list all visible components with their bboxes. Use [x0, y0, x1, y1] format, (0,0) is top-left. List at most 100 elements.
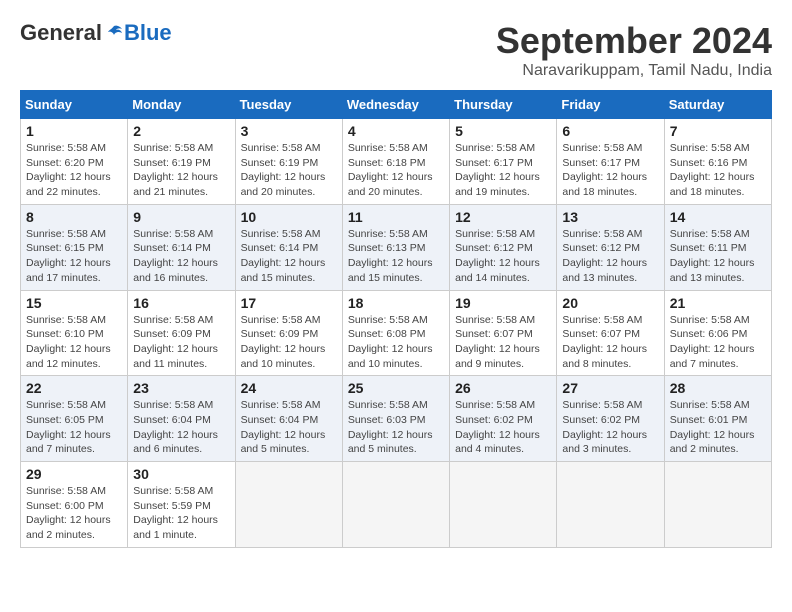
day-number: 11 — [348, 209, 444, 225]
calendar-cell: 8 Sunrise: 5:58 AM Sunset: 6:15 PM Daylig… — [21, 204, 128, 290]
day-info: Sunrise: 5:58 AM Sunset: 6:06 PM Dayligh… — [670, 313, 766, 372]
day-number: 3 — [241, 123, 337, 139]
logo-general: General — [20, 20, 102, 46]
calendar-cell: 5 Sunrise: 5:58 AM Sunset: 6:17 PM Daylig… — [450, 119, 557, 205]
calendar-cell: 4 Sunrise: 5:58 AM Sunset: 6:18 PM Daylig… — [342, 119, 449, 205]
day-number: 12 — [455, 209, 551, 225]
day-number: 2 — [133, 123, 229, 139]
day-info: Sunrise: 5:58 AM Sunset: 6:04 PM Dayligh… — [241, 398, 337, 457]
calendar-week-3: 15 Sunrise: 5:58 AM Sunset: 6:10 PM Dayli… — [21, 290, 772, 376]
calendar-cell — [557, 462, 664, 548]
calendar-cell: 17 Sunrise: 5:58 AM Sunset: 6:09 PM Dayli… — [235, 290, 342, 376]
calendar-table: SundayMondayTuesdayWednesdayThursdayFrid… — [20, 90, 772, 548]
calendar-cell: 11 Sunrise: 5:58 AM Sunset: 6:13 PM Dayli… — [342, 204, 449, 290]
day-info: Sunrise: 5:58 AM Sunset: 6:15 PM Dayligh… — [26, 227, 122, 286]
header-wednesday: Wednesday — [342, 91, 449, 119]
day-number: 6 — [562, 123, 658, 139]
calendar-cell — [235, 462, 342, 548]
calendar-header-row: SundayMondayTuesdayWednesdayThursdayFrid… — [21, 91, 772, 119]
day-info: Sunrise: 5:58 AM Sunset: 6:12 PM Dayligh… — [455, 227, 551, 286]
day-number: 19 — [455, 295, 551, 311]
day-info: Sunrise: 5:58 AM Sunset: 6:04 PM Dayligh… — [133, 398, 229, 457]
month-title: September 2024 — [496, 20, 772, 62]
calendar-cell: 19 Sunrise: 5:58 AM Sunset: 6:07 PM Dayli… — [450, 290, 557, 376]
calendar-cell: 3 Sunrise: 5:58 AM Sunset: 6:19 PM Daylig… — [235, 119, 342, 205]
day-number: 5 — [455, 123, 551, 139]
calendar-cell: 24 Sunrise: 5:58 AM Sunset: 6:04 PM Dayli… — [235, 376, 342, 462]
day-info: Sunrise: 5:58 AM Sunset: 6:03 PM Dayligh… — [348, 398, 444, 457]
calendar-cell: 20 Sunrise: 5:58 AM Sunset: 6:07 PM Dayli… — [557, 290, 664, 376]
location: Naravarikuppam, Tamil Nadu, India — [496, 62, 772, 80]
logo-blue: Blue — [124, 20, 172, 46]
day-number: 20 — [562, 295, 658, 311]
day-number: 14 — [670, 209, 766, 225]
day-info: Sunrise: 5:58 AM Sunset: 6:20 PM Dayligh… — [26, 141, 122, 200]
calendar-week-1: 1 Sunrise: 5:58 AM Sunset: 6:20 PM Daylig… — [21, 119, 772, 205]
calendar-cell: 13 Sunrise: 5:58 AM Sunset: 6:12 PM Dayli… — [557, 204, 664, 290]
day-info: Sunrise: 5:58 AM Sunset: 6:19 PM Dayligh… — [241, 141, 337, 200]
day-number: 7 — [670, 123, 766, 139]
day-number: 18 — [348, 295, 444, 311]
day-info: Sunrise: 5:58 AM Sunset: 6:10 PM Dayligh… — [26, 313, 122, 372]
title-area: September 2024 Naravarikuppam, Tamil Nad… — [496, 20, 772, 80]
day-number: 21 — [670, 295, 766, 311]
calendar-cell: 23 Sunrise: 5:58 AM Sunset: 6:04 PM Dayli… — [128, 376, 235, 462]
day-info: Sunrise: 5:58 AM Sunset: 6:14 PM Dayligh… — [241, 227, 337, 286]
calendar-cell: 25Sunrise: 5:58 AM Sunset: 6:03 PM Dayli… — [342, 376, 449, 462]
calendar-cell: 14Sunrise: 5:58 AM Sunset: 6:11 PM Dayli… — [664, 204, 771, 290]
day-number: 10 — [241, 209, 337, 225]
calendar-cell: 18 Sunrise: 5:58 AM Sunset: 6:08 PM Dayli… — [342, 290, 449, 376]
calendar-cell: 28Sunrise: 5:58 AM Sunset: 6:01 PM Dayli… — [664, 376, 771, 462]
day-info: Sunrise: 5:58 AM Sunset: 6:07 PM Dayligh… — [562, 313, 658, 372]
day-number: 29 — [26, 466, 122, 482]
day-info: Sunrise: 5:58 AM Sunset: 6:18 PM Dayligh… — [348, 141, 444, 200]
day-info: Sunrise: 5:58 AM Sunset: 6:08 PM Dayligh… — [348, 313, 444, 372]
calendar-cell: 15 Sunrise: 5:58 AM Sunset: 6:10 PM Dayli… — [21, 290, 128, 376]
header-sunday: Sunday — [21, 91, 128, 119]
day-info: Sunrise: 5:58 AM Sunset: 6:09 PM Dayligh… — [133, 313, 229, 372]
day-info: Sunrise: 5:58 AM Sunset: 6:02 PM Dayligh… — [562, 398, 658, 457]
day-info: Sunrise: 5:58 AM Sunset: 6:00 PM Dayligh… — [26, 484, 122, 543]
day-info: Sunrise: 5:58 AM Sunset: 6:05 PM Dayligh… — [26, 398, 122, 457]
day-number: 22 — [26, 380, 122, 396]
day-info: Sunrise: 5:58 AM Sunset: 6:16 PM Dayligh… — [670, 141, 766, 200]
day-info: Sunrise: 5:58 AM Sunset: 5:59 PM Dayligh… — [133, 484, 229, 543]
day-number: 15 — [26, 295, 122, 311]
day-number: 26 — [455, 380, 551, 396]
page-header: General Blue September 2024 Naravarikupp… — [20, 20, 772, 80]
day-number: 4 — [348, 123, 444, 139]
calendar-cell: 6 Sunrise: 5:58 AM Sunset: 6:17 PM Daylig… — [557, 119, 664, 205]
calendar-cell: 16Sunrise: 5:58 AM Sunset: 6:09 PM Dayli… — [128, 290, 235, 376]
day-info: Sunrise: 5:58 AM Sunset: 6:13 PM Dayligh… — [348, 227, 444, 286]
day-info: Sunrise: 5:58 AM Sunset: 6:12 PM Dayligh… — [562, 227, 658, 286]
calendar-cell: 30 Sunrise: 5:58 AM Sunset: 5:59 PM Dayli… — [128, 462, 235, 548]
day-number: 27 — [562, 380, 658, 396]
calendar-week-4: 22 Sunrise: 5:58 AM Sunset: 6:05 PM Dayli… — [21, 376, 772, 462]
day-number: 8 — [26, 209, 122, 225]
calendar-cell: 7 Sunrise: 5:58 AM Sunset: 6:16 PM Daylig… — [664, 119, 771, 205]
header-thursday: Thursday — [450, 91, 557, 119]
header-friday: Friday — [557, 91, 664, 119]
day-number: 17 — [241, 295, 337, 311]
day-info: Sunrise: 5:58 AM Sunset: 6:07 PM Dayligh… — [455, 313, 551, 372]
day-info: Sunrise: 5:58 AM Sunset: 6:09 PM Dayligh… — [241, 313, 337, 372]
calendar-cell: 9 Sunrise: 5:58 AM Sunset: 6:14 PM Daylig… — [128, 204, 235, 290]
calendar-cell — [342, 462, 449, 548]
header-saturday: Saturday — [664, 91, 771, 119]
day-number: 30 — [133, 466, 229, 482]
day-info: Sunrise: 5:58 AM Sunset: 6:02 PM Dayligh… — [455, 398, 551, 457]
day-number: 24 — [241, 380, 337, 396]
day-info: Sunrise: 5:58 AM Sunset: 6:17 PM Dayligh… — [455, 141, 551, 200]
day-number: 1 — [26, 123, 122, 139]
day-number: 9 — [133, 209, 229, 225]
header-monday: Monday — [128, 91, 235, 119]
calendar-cell — [664, 462, 771, 548]
calendar-cell: 29 Sunrise: 5:58 AM Sunset: 6:00 PM Dayli… — [21, 462, 128, 548]
logo: General Blue — [20, 20, 172, 46]
day-info: Sunrise: 5:58 AM Sunset: 6:19 PM Dayligh… — [133, 141, 229, 200]
day-number: 13 — [562, 209, 658, 225]
day-number: 23 — [133, 380, 229, 396]
day-info: Sunrise: 5:58 AM Sunset: 6:01 PM Dayligh… — [670, 398, 766, 457]
day-info: Sunrise: 5:58 AM Sunset: 6:17 PM Dayligh… — [562, 141, 658, 200]
day-info: Sunrise: 5:58 AM Sunset: 6:14 PM Dayligh… — [133, 227, 229, 286]
